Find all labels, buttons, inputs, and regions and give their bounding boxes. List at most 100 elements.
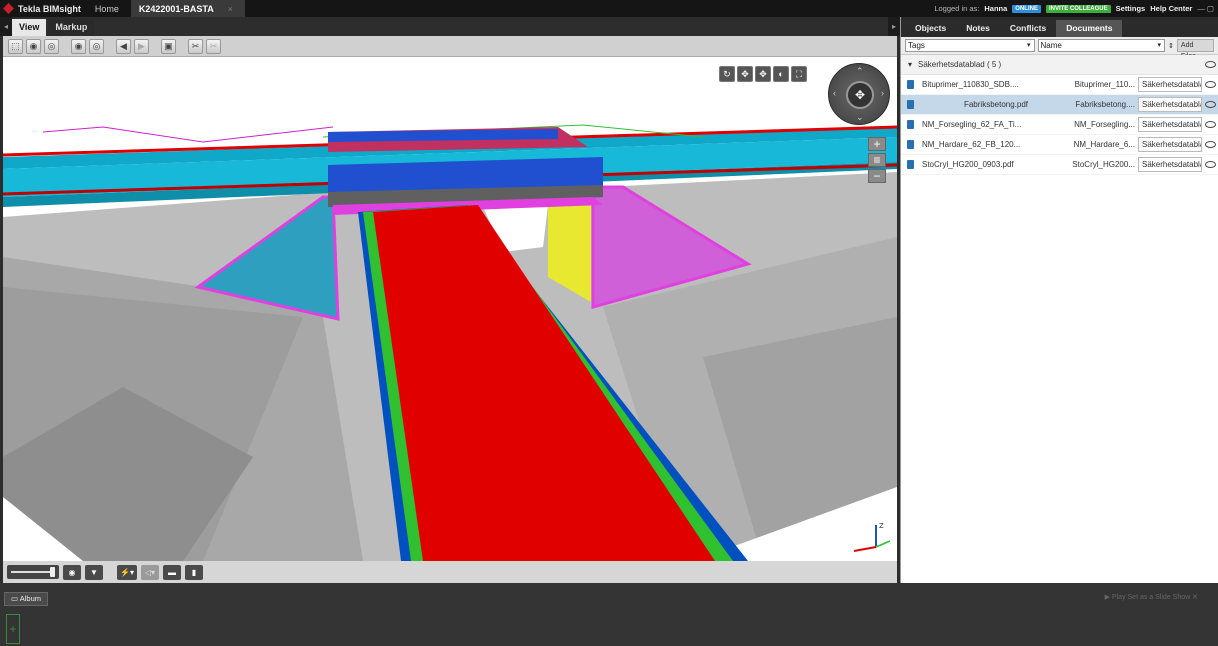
album-button[interactable]: ▭ Album [4, 592, 49, 606]
camera-tools: ↻ ✥ ✥ ◐ ⛶ [719, 66, 807, 82]
tab-objects[interactable]: Objects [905, 20, 956, 37]
document-filters: Tags▾ Name▾ ⇕ Add Files [901, 37, 1218, 60]
tag-field[interactable]: Säkerhetsdatablad [1138, 137, 1202, 152]
group-label: Säkerhetsdatablad ( 5 ) [918, 60, 1002, 69]
eye-icon[interactable] [1205, 61, 1216, 68]
arrow-right-icon[interactable]: › [881, 88, 884, 98]
arrow-up-icon[interactable]: ⌃ [856, 66, 864, 77]
close-tab-icon[interactable]: × [228, 4, 233, 14]
arrow-down-icon[interactable]: ⌄ [856, 112, 864, 123]
arrow-left-icon[interactable]: ‹ [833, 88, 836, 98]
view-tabs: View Markup [12, 17, 95, 36]
invite-colleague-button[interactable]: INVITE COLLEAGUE [1045, 4, 1111, 13]
slideshow-button[interactable]: ▶ Play Set as a Slide Show ✕ [1105, 593, 1198, 601]
tag-field[interactable]: Säkerhetsdatablad [1138, 157, 1202, 172]
shade-icon[interactable]: ▼ [85, 564, 103, 580]
eye-icon[interactable] [1205, 81, 1216, 88]
tab-conflicts[interactable]: Conflicts [1000, 20, 1056, 37]
fullscreen-icon[interactable]: ⛶ [791, 66, 807, 82]
collapse-left-icon[interactable]: ◂ [0, 17, 12, 36]
user-area: Logged in as: Hanna ONLINE INVITE COLLEA… [934, 0, 1214, 17]
redo-icon[interactable]: ▶ [134, 38, 149, 54]
file-icon [907, 80, 914, 89]
file-icon [907, 140, 914, 149]
list-item[interactable]: StoCryl_HG200_0903.pdf StoCryl_HG200... … [901, 155, 1218, 175]
navigation-wheel[interactable]: ⌃ ⌄ ‹ › ✥ [828, 63, 890, 125]
collapse-right-icon[interactable]: ▸ [888, 17, 900, 36]
move-icon[interactable]: ✥ [755, 66, 771, 82]
look-icon[interactable]: ◐ [773, 66, 789, 82]
app-logo: Tekla BIMsight [0, 0, 81, 17]
list-item[interactable]: NM_Hardare_62_FB_120... NM_Hardare_6... … [901, 135, 1218, 155]
show-only-icon[interactable]: ◉ [71, 38, 86, 54]
project-tab[interactable]: K2422001-BASTA × [130, 0, 245, 17]
right-panel: Objects Notes Conflicts Documents Tags ▾ … [900, 17, 1218, 583]
magenta-line [42, 126, 334, 143]
tab-documents[interactable]: Documents [1056, 20, 1123, 37]
panel-tabs: Objects Notes Conflicts Documents [901, 17, 1218, 37]
tags-select[interactable]: Tags ▾ [905, 39, 1035, 52]
eye-icon[interactable]: ◉ [63, 564, 81, 580]
pan-icon[interactable]: ✥ [737, 66, 753, 82]
tag-field[interactable]: Säkerhetsdatablad [1138, 77, 1202, 92]
measure-dropdown-icon[interactable]: ⚡▾ [117, 564, 137, 580]
zoom-slider-icon[interactable]: ≡ [868, 153, 886, 167]
file-icon [907, 160, 914, 169]
add-files-button[interactable]: Add Files [1176, 39, 1214, 60]
rotate-icon[interactable]: ↻ [719, 66, 735, 82]
settings-link[interactable]: Settings [1116, 4, 1146, 13]
sort-icon[interactable]: ⇕ [1168, 42, 1174, 50]
tag-field[interactable]: Säkerhetsdatablad [1138, 97, 1202, 112]
list-item[interactable]: NM_Forsegling_62_FA_Ti... NM_Forsegling.… [901, 115, 1218, 135]
file-icon [907, 120, 914, 129]
collapse-group-icon[interactable]: ▾ [908, 60, 912, 69]
name-select[interactable]: Name ▾ [1037, 39, 1166, 52]
tools-icon[interactable]: ✕ [1192, 594, 1198, 601]
document-icon[interactable]: ▮ [184, 564, 203, 580]
view-toolbar: ⬚ ◉ ◎ ◉ ◎ ◀ ▶ ▣ ✂ ✂ [3, 36, 897, 57]
show-icon[interactable]: ◉ [26, 38, 41, 54]
list-item[interactable]: Fabriksbetong.pdf Fabriksbetong.... Säke… [901, 95, 1218, 115]
undo-icon[interactable]: ◀ [116, 38, 131, 54]
tab-notes[interactable]: Notes [956, 20, 1000, 37]
list-item[interactable]: Bituprimer_110830_SDB.... Bituprimer_110… [901, 75, 1218, 95]
zoom-out-icon[interactable]: − [868, 169, 886, 183]
chevron-down-icon: ▾ [1027, 42, 1031, 49]
fit-view-icon[interactable]: ▣ [161, 38, 176, 54]
zoom-in-icon[interactable]: + [868, 137, 886, 151]
online-badge: ONLINE [1012, 4, 1041, 13]
transparency-slider[interactable] [7, 565, 59, 579]
user-name: Hanna [984, 4, 1008, 13]
tab-markup[interactable]: Markup [48, 19, 95, 36]
tag-field[interactable]: Säkerhetsdatablad [1138, 117, 1202, 132]
zoom-control: + ≡ − [868, 137, 886, 193]
model-viewport[interactable]: ↻ ✥ ✥ ◐ ⛶ ⌃ ⌄ ‹ › ✥ + ≡ − Z [3, 57, 897, 561]
add-slide-button[interactable]: + [6, 614, 20, 644]
clip-plane-icon[interactable]: ✂ [188, 38, 203, 54]
tab-view[interactable]: View [12, 19, 47, 36]
project-tab-label: K2422001-BASTA [138, 3, 214, 14]
chevron-down-icon: ▾ [1157, 42, 1162, 49]
play-icon: ▶ [1104, 594, 1112, 601]
hide-icon[interactable]: ◎ [44, 38, 59, 54]
eye-icon[interactable] [1205, 121, 1216, 128]
markup-dropdown-icon[interactable]: ◁▾ [140, 564, 159, 580]
help-center-link[interactable]: Help Center [1150, 4, 1192, 13]
show-all-icon[interactable]: ◎ [89, 38, 104, 54]
comment-icon[interactable]: ▬ [162, 564, 181, 580]
pan-center-icon[interactable]: ✥ [846, 81, 874, 109]
document-group[interactable]: ▾ Säkerhetsdatablad ( 5 ) [901, 55, 1218, 75]
eye-icon[interactable] [1205, 101, 1216, 108]
svg-text:Z: Z [879, 522, 884, 530]
clip-remove-icon[interactable]: ✂ [206, 38, 221, 54]
window-controls-icon[interactable]: — ▢ [1197, 4, 1214, 13]
eye-icon[interactable] [1205, 141, 1216, 148]
select-box-icon[interactable]: ⬚ [8, 38, 23, 54]
bottom-toolbar: ◉ ▼ ⚡▾ ◁▾ ▬ ▮ [3, 561, 897, 583]
album-bar: ▭ Album ▶ Play Set as a Slide Show ✕ + [0, 583, 1218, 646]
title-bar: Tekla BIMsight Home K2422001-BASTA × Log… [0, 0, 1218, 17]
home-tab[interactable]: Home [95, 4, 119, 14]
logged-in-label: Logged in as: [934, 4, 980, 13]
eye-icon[interactable] [1205, 161, 1216, 168]
axis-triad-icon: Z [853, 522, 891, 552]
